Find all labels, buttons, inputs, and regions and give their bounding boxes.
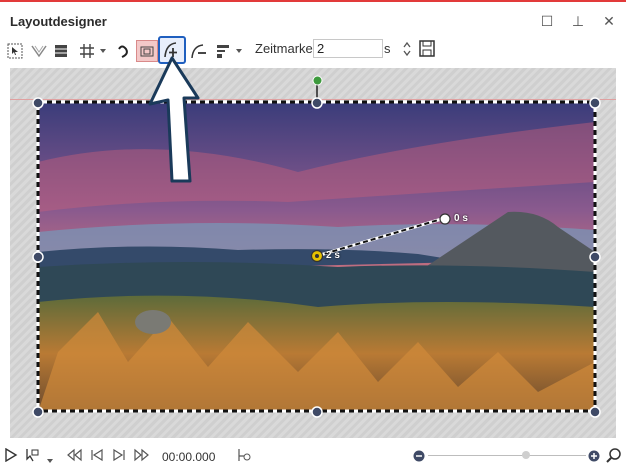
zeitmarke-spinner-icon[interactable] xyxy=(402,40,412,63)
pin-button[interactable]: ⊥ xyxy=(566,10,590,32)
zoom-in-button[interactable] xyxy=(588,449,600,467)
cursor-tool-icon[interactable] xyxy=(24,447,40,468)
previous-frame-icon[interactable] xyxy=(90,448,104,467)
cursor-dropdown-arrow-icon[interactable] xyxy=(46,452,54,470)
curve-icon[interactable] xyxy=(28,40,50,62)
zeitmarke-unit: s xyxy=(384,41,391,56)
save-icon[interactable] xyxy=(418,39,436,63)
zeitmarke-label: Zeitmarke: xyxy=(255,41,317,56)
keyframe-point-active[interactable] xyxy=(310,249,324,268)
resize-handle-top-right[interactable] xyxy=(589,96,601,114)
zoom-out-button[interactable] xyxy=(413,449,425,467)
window-title: Layoutdesigner xyxy=(10,14,107,29)
zoom-slider-thumb[interactable] xyxy=(522,451,530,459)
select-icon[interactable] xyxy=(4,40,26,62)
resize-handle-left[interactable] xyxy=(32,250,44,268)
playback-bar xyxy=(0,440,626,468)
keyframe-point-end[interactable] xyxy=(439,212,451,230)
marker-icon[interactable] xyxy=(236,447,252,468)
zoom-fit-icon[interactable] xyxy=(606,447,622,468)
fast-forward-icon[interactable] xyxy=(134,448,150,467)
zoom-slider-track[interactable] xyxy=(428,455,586,456)
rewind-icon[interactable] xyxy=(66,448,82,467)
align-dropdown-arrow-icon[interactable] xyxy=(234,40,244,62)
grid-icon[interactable] xyxy=(76,40,98,62)
pointer-arrow-icon xyxy=(146,56,226,191)
rotate-handle[interactable] xyxy=(312,73,323,91)
maximize-button[interactable]: ☐ xyxy=(535,10,559,32)
zeitmarke-input[interactable] xyxy=(313,39,383,58)
keyframe-label-start: 2 s xyxy=(326,250,340,261)
timecode: 00:00.000 xyxy=(162,450,216,464)
grid-dropdown-arrow-icon[interactable] xyxy=(98,40,108,62)
path-icon[interactable] xyxy=(113,40,135,62)
close-button[interactable]: ✕ xyxy=(597,10,621,32)
title-bar: Layoutdesigner ☐ ⊥ ✕ xyxy=(0,2,626,34)
resize-handle-bottom[interactable] xyxy=(311,405,323,423)
layout-canvas[interactable]: 2 s 0 s xyxy=(10,68,616,438)
next-frame-icon[interactable] xyxy=(112,448,126,467)
layout-icon[interactable] xyxy=(50,40,72,62)
resize-handle-top[interactable] xyxy=(311,96,323,114)
resize-handle-right[interactable] xyxy=(589,250,601,268)
keyframe-label-end: 0 s xyxy=(454,213,468,224)
resize-handle-bottom-left[interactable] xyxy=(32,405,44,423)
resize-handle-top-left[interactable] xyxy=(32,96,44,114)
resize-handle-bottom-right[interactable] xyxy=(589,405,601,423)
play-icon[interactable] xyxy=(4,447,18,467)
